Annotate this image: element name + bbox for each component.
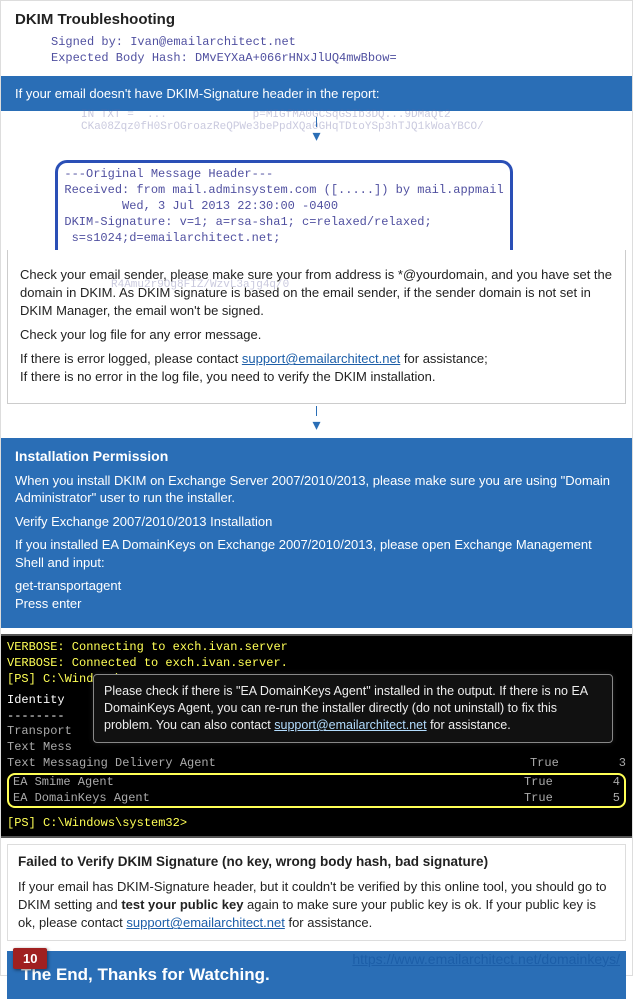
text-bold: test your public key — [121, 897, 243, 912]
code-snippet-top: Signed by: Ivan@emailarchitect.net Expec… — [1, 34, 632, 66]
snippet-line: Signed by: Ivan@emailarchitect.net — [51, 35, 296, 49]
text: 5 — [613, 791, 620, 807]
paragraph: If your email has DKIM-Signature header,… — [18, 878, 615, 933]
section-heading: Failed to Verify DKIM Signature (no key,… — [18, 853, 615, 872]
footer-link[interactable]: https://www.emailarchitect.net/domainkey… — [352, 951, 620, 967]
terminal-overlay-note: Please check if there is "EA DomainKeys … — [93, 674, 613, 743]
snippet-line: DKIM-Signature: v=1; a=rsa-sha1; c=relax… — [64, 215, 431, 229]
content-box-check-sender: Check your email sender, please make sur… — [7, 250, 626, 404]
text: for assistance. — [427, 718, 511, 732]
term-row: Text Messaging Delivery Agent True 3 — [7, 756, 626, 772]
support-email-link[interactable]: support@emailarchitect.net — [274, 718, 426, 732]
text: True — [524, 791, 553, 807]
terminal-output: VERBOSE: Connecting to exch.ivan.server … — [1, 634, 632, 838]
bg-faded-text: IN TXT = ... p=MIGfMA0GCSqGSIb3DQ...9DMa… — [81, 109, 484, 133]
snippet-line: Wed, 3 Jul 2013 22:30:00 -0400 — [64, 199, 338, 213]
highlight-frame: ---Original Message Header--- Received: … — [55, 160, 512, 250]
banner-text: If your email doesn't have DKIM-Signatur… — [15, 86, 380, 101]
support-email-link[interactable]: support@emailarchitect.net — [242, 351, 400, 366]
snippet-line: Received: from mail.adminsystem.com ([..… — [64, 183, 503, 197]
snippet-line: s=s1024;d=emailarchitect.net; — [64, 231, 280, 245]
banner-heading: Installation Permission — [15, 448, 618, 464]
paragraph: Check your email sender, please make sur… — [20, 266, 613, 321]
paragraph: When you install DKIM on Exchange Server… — [15, 472, 618, 507]
term-line: VERBOSE: Connecting to exch.ivan.server — [7, 640, 626, 656]
banner-no-dkim-sig: If your email doesn't have DKIM-Signatur… — [1, 76, 632, 111]
term-row: EA DomainKeys Agent True 5 — [13, 791, 620, 807]
text: If there is error logged, please contact — [20, 351, 242, 366]
banner-install-permission: Installation Permission When you install… — [1, 438, 632, 629]
paragraph: Check your log file for any error messag… — [20, 326, 613, 344]
text: EA DomainKeys Agent — [13, 791, 150, 807]
section-failed-verify: Failed to Verify DKIM Signature (no key,… — [7, 844, 626, 941]
term-line: [PS] C:\Windows\system32> — [7, 816, 626, 832]
text: EA Smime Agent — [13, 775, 114, 791]
text: get-transportagent — [15, 578, 121, 593]
paragraph: get-transportagent Press enter — [15, 577, 618, 612]
text: True — [524, 775, 553, 791]
term-line: VERBOSE: Connected to exch.ivan.server. — [7, 656, 626, 672]
term-prompt: [PS] C:\Windows\system32> — [7, 816, 187, 830]
text: 4 — [613, 775, 620, 791]
snippet-line: ---Original Message Header--- — [64, 167, 273, 181]
paragraph: If there is error logged, please contact… — [20, 350, 613, 386]
code-snippet-header: ---Original Message Header--- Received: … — [1, 143, 632, 249]
text: for assistance. — [285, 915, 372, 930]
snippet-line: Expected Body Hash: DMvEYXaA+066rHNxJlUQ… — [51, 51, 397, 65]
text: If there is no error in the log file, yo… — [20, 369, 436, 384]
text: 3 — [619, 756, 626, 772]
text: for assistance; — [400, 351, 487, 366]
term-row: EA Smime Agent True 4 — [13, 775, 620, 791]
term-highlight: EA Smime Agent True 4 EA DomainKeys Agent… — [7, 773, 626, 808]
text: True — [530, 756, 559, 772]
text: Press enter — [15, 596, 81, 611]
page-number: 10 — [13, 948, 47, 969]
arrow-icon — [1, 406, 632, 434]
paragraph: Verify Exchange 2007/2010/2013 Installat… — [15, 513, 618, 531]
bg-faded-text: R4Amu2r9Og8FIZ/WzvL3ajg4q/0 — [111, 279, 289, 291]
text: Text Messaging Delivery Agent — [7, 756, 216, 772]
page-title: DKIM Troubleshooting — [1, 1, 632, 34]
footer: 10 https://www.emailarchitect.net/domain… — [1, 948, 632, 969]
support-email-link[interactable]: support@emailarchitect.net — [126, 915, 284, 930]
paragraph: If you installed EA DomainKeys on Exchan… — [15, 536, 618, 571]
